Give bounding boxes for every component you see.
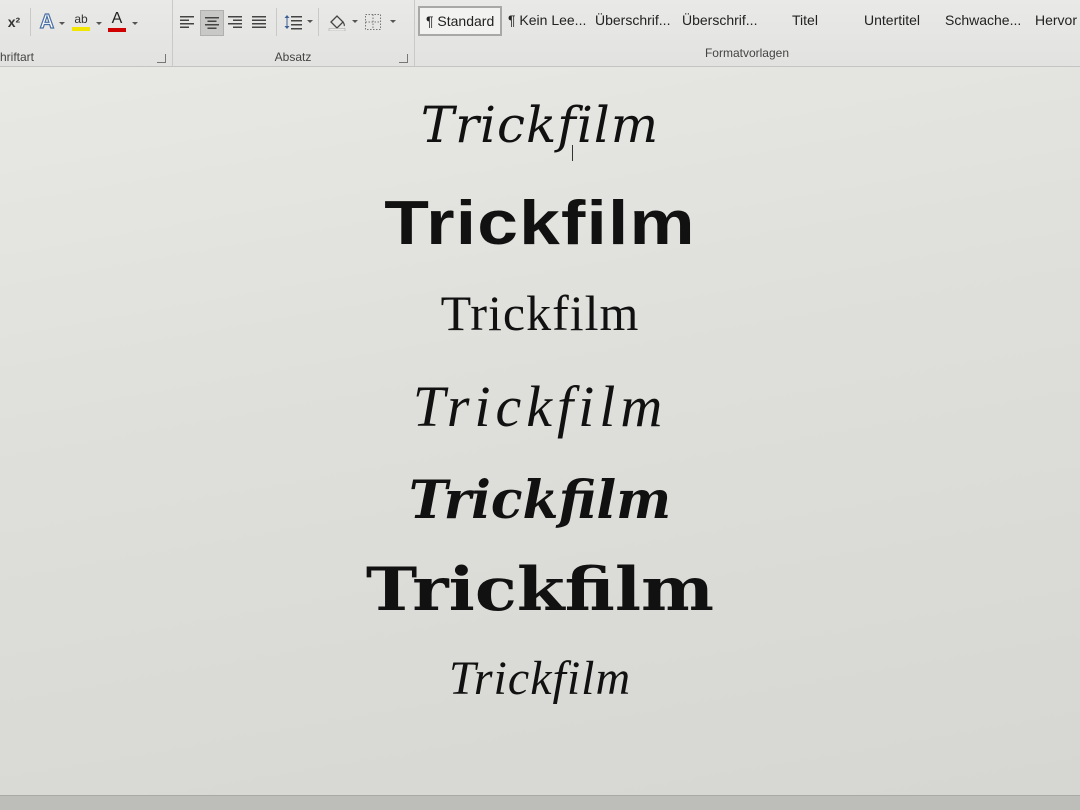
separator [276,8,277,36]
chevron-down-icon[interactable] [59,22,65,25]
highlight-button[interactable]: ab [70,10,92,34]
style-label: Überschrif... [595,12,671,28]
separator [318,8,319,36]
paragraph-group: Absatz [172,0,415,66]
status-bar [0,795,1080,810]
style-label: Titel [792,12,818,28]
chevron-down-icon[interactable] [132,22,138,25]
align-center-icon [205,17,219,29]
line-spacing-icon [284,15,302,30]
line-spacing-button[interactable] [282,10,304,34]
style-titel[interactable]: Titel [792,8,818,32]
document-line-6[interactable]: Trickfilm [0,560,1080,620]
chevron-down-icon[interactable] [307,20,313,23]
style-label: ¶ Standard [426,13,495,29]
ribbon: x² A ab A hriftart Absatz ¶ Standard ¶ K… [0,0,1080,67]
word-window: x² A ab A hriftart Absatz ¶ Standard ¶ K… [0,0,1080,810]
style-schwache-hervorhebung[interactable]: Schwache... [945,8,1021,32]
document-line-3[interactable]: Trickfilm [0,288,1080,338]
chevron-down-icon[interactable] [96,22,102,25]
style-label: Überschrif... [682,12,758,28]
style-label: Untertitel [864,12,921,28]
font-group-label: hriftart [0,50,35,64]
align-center-button[interactable] [200,10,224,36]
paint-bucket-icon [328,15,346,31]
style-ueberschrift-2[interactable]: Überschrif... [682,8,757,32]
borders-icon [365,14,381,30]
paragraph-dialog-launcher-icon[interactable] [399,54,408,63]
document-line-1[interactable]: Trickfilm [0,100,1080,150]
styles-group: ¶ Standard ¶ Kein Lee... Überschrif... Ü… [414,0,1080,66]
superscript-label: x² [7,14,21,30]
document-line-2[interactable]: Trickfilm [0,193,1080,255]
align-left-icon [180,16,194,28]
styles-group-label: Formatvorlagen [704,46,790,60]
font-group: x² A ab A hriftart [0,0,173,66]
chevron-down-icon[interactable] [352,20,358,23]
chevron-down-icon[interactable] [390,20,396,23]
style-untertitel[interactable]: Untertitel [864,8,920,32]
highlight-color-bar [72,27,90,31]
font-dialog-launcher-icon[interactable] [157,54,166,63]
text-cursor [572,145,573,161]
align-right-button[interactable] [224,10,246,34]
style-ueberschrift-1[interactable]: Überschrif... [595,8,670,32]
style-label: ¶ Kein Lee... [508,12,587,28]
text-effects-button[interactable]: A [36,10,58,34]
align-left-button[interactable] [176,10,198,34]
style-kein-leerraum[interactable]: ¶ Kein Lee... [508,8,586,32]
font-color-icon: A [111,10,123,27]
justify-button[interactable] [248,10,270,34]
justify-icon [252,16,266,28]
text-effects-icon: A [39,10,55,33]
superscript-button[interactable]: x² [4,10,24,34]
highlight-icon: ab [74,12,88,26]
style-label: Hervor [1035,12,1078,28]
separator [30,8,31,36]
paragraph-group-label: Absatz [274,50,312,64]
font-color-button[interactable]: A [106,10,128,34]
font-color-bar [108,28,126,32]
document-line-7[interactable]: Trickfilm [0,655,1080,703]
document-line-5[interactable]: Trickfilm [0,475,1080,527]
borders-button[interactable] [362,10,384,34]
document-line-4[interactable]: Trickfilm [0,378,1080,436]
style-hervorhebung[interactable]: Hervor [1035,8,1077,32]
style-standard[interactable]: ¶ Standard [418,6,503,36]
align-right-icon [228,16,242,28]
shading-button[interactable] [326,10,348,34]
style-label: Schwache... [945,12,1022,28]
